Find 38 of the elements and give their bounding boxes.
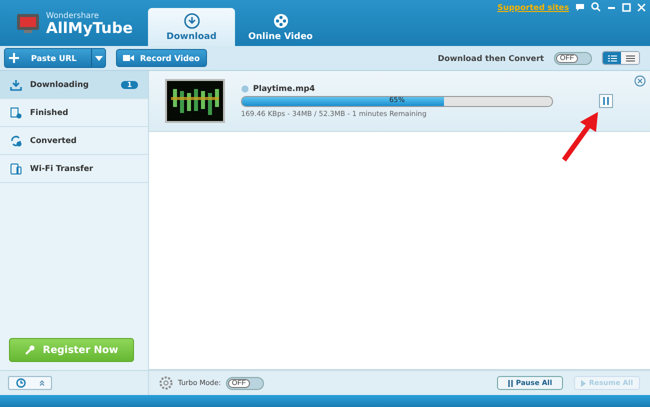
convert-label: Download then Convert xyxy=(438,54,544,62)
history-button[interactable] xyxy=(8,376,52,390)
plus-icon xyxy=(9,53,19,63)
refresh-icon xyxy=(10,134,22,146)
chat-icon[interactable] xyxy=(575,2,585,12)
app-name: AllMyTube xyxy=(46,20,133,36)
tab[interactable]: Online Video xyxy=(237,8,324,46)
pause-icon xyxy=(508,380,513,386)
list-view-button[interactable] xyxy=(621,52,639,64)
thumbnail-view-button[interactable] xyxy=(603,52,621,64)
caret-icon xyxy=(94,56,102,60)
close-icon xyxy=(634,75,646,87)
key-icon xyxy=(24,345,35,355)
download-icon xyxy=(10,78,22,90)
devices-icon xyxy=(10,162,22,174)
gear-icon xyxy=(159,376,173,390)
record-video-button[interactable]: Record Video xyxy=(116,49,207,67)
pause-button[interactable] xyxy=(599,94,613,108)
globe-icon xyxy=(241,84,249,92)
app-logo xyxy=(16,11,40,35)
search-icon[interactable] xyxy=(591,2,601,12)
film-reel-icon xyxy=(272,12,288,28)
maximize-icon[interactable] xyxy=(622,2,631,12)
close-button[interactable] xyxy=(634,75,646,87)
clock-icon xyxy=(16,378,26,388)
list-icon xyxy=(626,54,634,62)
chevron-up-icon xyxy=(38,380,44,386)
document-clock-icon xyxy=(10,106,22,118)
tab[interactable]: Download xyxy=(148,8,235,46)
camera-icon xyxy=(123,54,134,62)
close-icon[interactable] xyxy=(637,2,646,12)
download-icon xyxy=(184,12,200,28)
pause-icon xyxy=(603,97,609,105)
thumbnail-list-icon xyxy=(608,54,616,62)
paste-url-button[interactable]: Paste URL xyxy=(4,48,106,68)
file-name: Playtime.mp4 xyxy=(253,84,315,93)
play-icon xyxy=(581,380,586,386)
company-name: Wondershare xyxy=(46,10,100,20)
